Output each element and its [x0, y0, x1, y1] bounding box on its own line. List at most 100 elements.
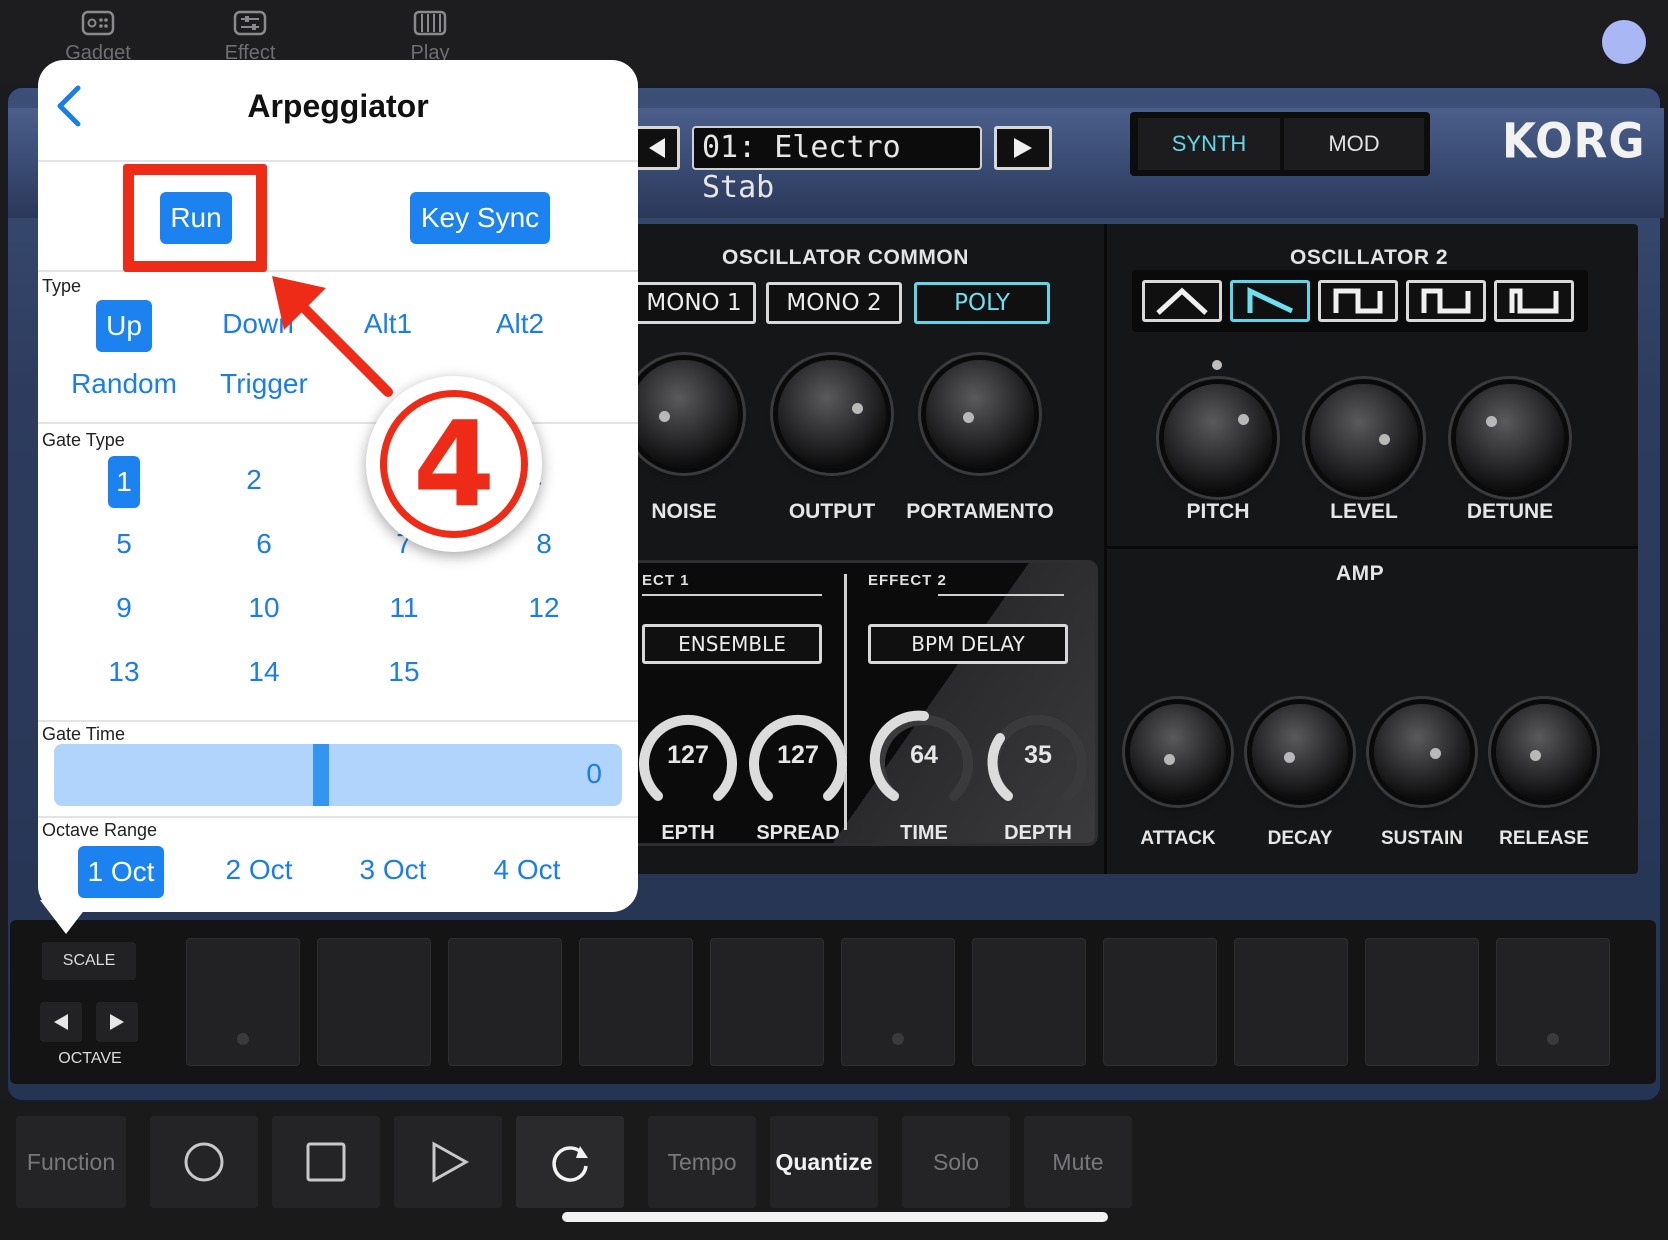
tab-play[interactable]: Play — [370, 10, 490, 65]
pad[interactable] — [710, 938, 824, 1066]
amp-title: AMP — [1336, 562, 1385, 585]
mono2-button[interactable]: MONO 2 — [766, 282, 902, 324]
decay-knob[interactable] — [1252, 704, 1348, 800]
octave-range-2[interactable]: 2 Oct — [204, 854, 314, 886]
keyboard-icon — [413, 10, 447, 36]
octave-range-4[interactable]: 4 Oct — [472, 854, 582, 886]
output-knob[interactable] — [778, 360, 886, 468]
avatar[interactable] — [1602, 20, 1646, 64]
popover-title: Arpeggiator — [247, 88, 429, 124]
effect2-type-button[interactable]: BPM DELAY — [868, 624, 1068, 664]
effect1-depth-value: 127 — [667, 741, 709, 769]
pad[interactable] — [186, 938, 300, 1066]
annotation-arrow-icon — [272, 276, 393, 397]
triangle-right-icon — [110, 1014, 124, 1030]
waveform-saw-button[interactable] — [1230, 280, 1310, 322]
tab-mod[interactable]: MOD — [1284, 118, 1424, 170]
key-sync-button[interactable]: Key Sync — [410, 192, 550, 244]
play-button[interactable] — [394, 1116, 502, 1208]
home-indicator[interactable] — [562, 1212, 1108, 1222]
tab-synth[interactable]: SYNTH — [1138, 118, 1280, 170]
tab-effect[interactable]: Effect — [190, 10, 310, 65]
pitch-knob[interactable] — [1164, 384, 1272, 492]
octave-down-button[interactable] — [40, 1002, 82, 1042]
octave-range-label: Octave Range — [42, 820, 158, 840]
gadget-icon — [81, 10, 115, 36]
level-label: LEVEL — [1330, 500, 1398, 523]
loop-button[interactable] — [516, 1116, 624, 1208]
gate-type-13[interactable]: 13 — [94, 656, 154, 688]
waveform-narrow-pulse-button[interactable] — [1494, 280, 1574, 322]
next-patch-button[interactable] — [994, 126, 1052, 170]
annotation-step-number: 4 — [380, 390, 528, 538]
gate-type-11[interactable]: 11 — [374, 592, 434, 624]
tempo-button[interactable]: Tempo — [648, 1116, 756, 1208]
section-divider — [1104, 224, 1107, 874]
gate-type-10[interactable]: 10 — [234, 592, 294, 624]
prev-patch-button[interactable] — [634, 126, 680, 170]
mute-button[interactable]: Mute — [1024, 1116, 1132, 1208]
gate-type-8[interactable]: 8 — [514, 528, 574, 560]
pad[interactable] — [317, 938, 431, 1066]
release-label: RELEASE — [1499, 828, 1589, 849]
stop-button[interactable] — [272, 1116, 380, 1208]
portamento-knob[interactable] — [926, 360, 1034, 468]
effect1-title: ECT 1 — [642, 572, 690, 589]
octave-range-1[interactable]: 1 Oct — [78, 846, 164, 898]
gate-type-9[interactable]: 9 — [94, 592, 154, 624]
octave-range-3[interactable]: 3 Oct — [338, 854, 448, 886]
pad[interactable] — [448, 938, 562, 1066]
level-knob[interactable] — [1310, 384, 1418, 492]
noise-knob[interactable] — [630, 360, 738, 468]
output-label: OUTPUT — [788, 500, 876, 523]
type-alt2[interactable]: Alt2 — [470, 308, 570, 340]
gate-type-12[interactable]: 12 — [514, 592, 574, 624]
pad[interactable] — [841, 938, 955, 1066]
pad[interactable] — [972, 938, 1086, 1066]
pad[interactable] — [1365, 938, 1479, 1066]
osc-common-title: OSCILLATOR COMMON — [722, 246, 969, 269]
effect1-type-button[interactable]: ENSEMBLE — [642, 624, 822, 664]
release-knob[interactable] — [1496, 704, 1592, 800]
gate-type-1[interactable]: 1 — [108, 456, 140, 508]
gate-type-6[interactable]: 6 — [234, 528, 294, 560]
stop-square-icon — [306, 1142, 346, 1182]
pitch-label: PITCH — [1186, 500, 1250, 523]
poly-button[interactable]: POLY — [914, 282, 1050, 324]
type-section-label: Type — [42, 276, 82, 296]
pad[interactable] — [1496, 938, 1610, 1066]
waveform-square-button[interactable] — [1318, 280, 1398, 322]
attack-knob[interactable] — [1130, 704, 1226, 800]
triangle-wave-icon — [1156, 287, 1208, 315]
gate-time-slider[interactable]: 0 — [54, 744, 622, 806]
solo-button[interactable]: Solo — [902, 1116, 1010, 1208]
type-random[interactable]: Random — [54, 368, 194, 400]
pad[interactable] — [1234, 938, 1348, 1066]
gate-type-14[interactable]: 14 — [234, 656, 294, 688]
record-button[interactable] — [150, 1116, 258, 1208]
effect2-depth-value: 35 — [1024, 741, 1052, 769]
octave-up-button[interactable] — [96, 1002, 138, 1042]
detune-knob[interactable] — [1456, 384, 1564, 492]
popover-separator — [38, 816, 638, 818]
triangle-left-icon — [54, 1014, 68, 1030]
gate-type-2[interactable]: 2 — [224, 464, 284, 496]
triangle-right-icon — [1014, 138, 1032, 158]
function-button[interactable]: Function — [16, 1116, 126, 1208]
tab-gadget[interactable]: Gadget — [38, 10, 158, 65]
waveform-triangle-button[interactable] — [1142, 280, 1222, 322]
gate-type-5[interactable]: 5 — [94, 528, 154, 560]
mono1-button[interactable]: MONO 1 — [632, 282, 756, 324]
type-up[interactable]: Up — [96, 300, 152, 352]
sustain-knob[interactable] — [1374, 704, 1470, 800]
pad[interactable] — [579, 938, 693, 1066]
pad[interactable] — [1103, 938, 1217, 1066]
gate-time-slider-thumb[interactable] — [313, 744, 330, 806]
portamento-label: PORTAMENTO — [906, 500, 1054, 523]
pulse-wave-icon — [1421, 288, 1471, 314]
patch-name-display[interactable]: 01: Electro Stab — [692, 126, 982, 205]
gate-type-15[interactable]: 15 — [374, 656, 434, 688]
scale-button[interactable]: SCALE — [42, 942, 136, 980]
waveform-pulse-button[interactable] — [1406, 280, 1486, 322]
quantize-button[interactable]: Quantize — [770, 1116, 878, 1208]
